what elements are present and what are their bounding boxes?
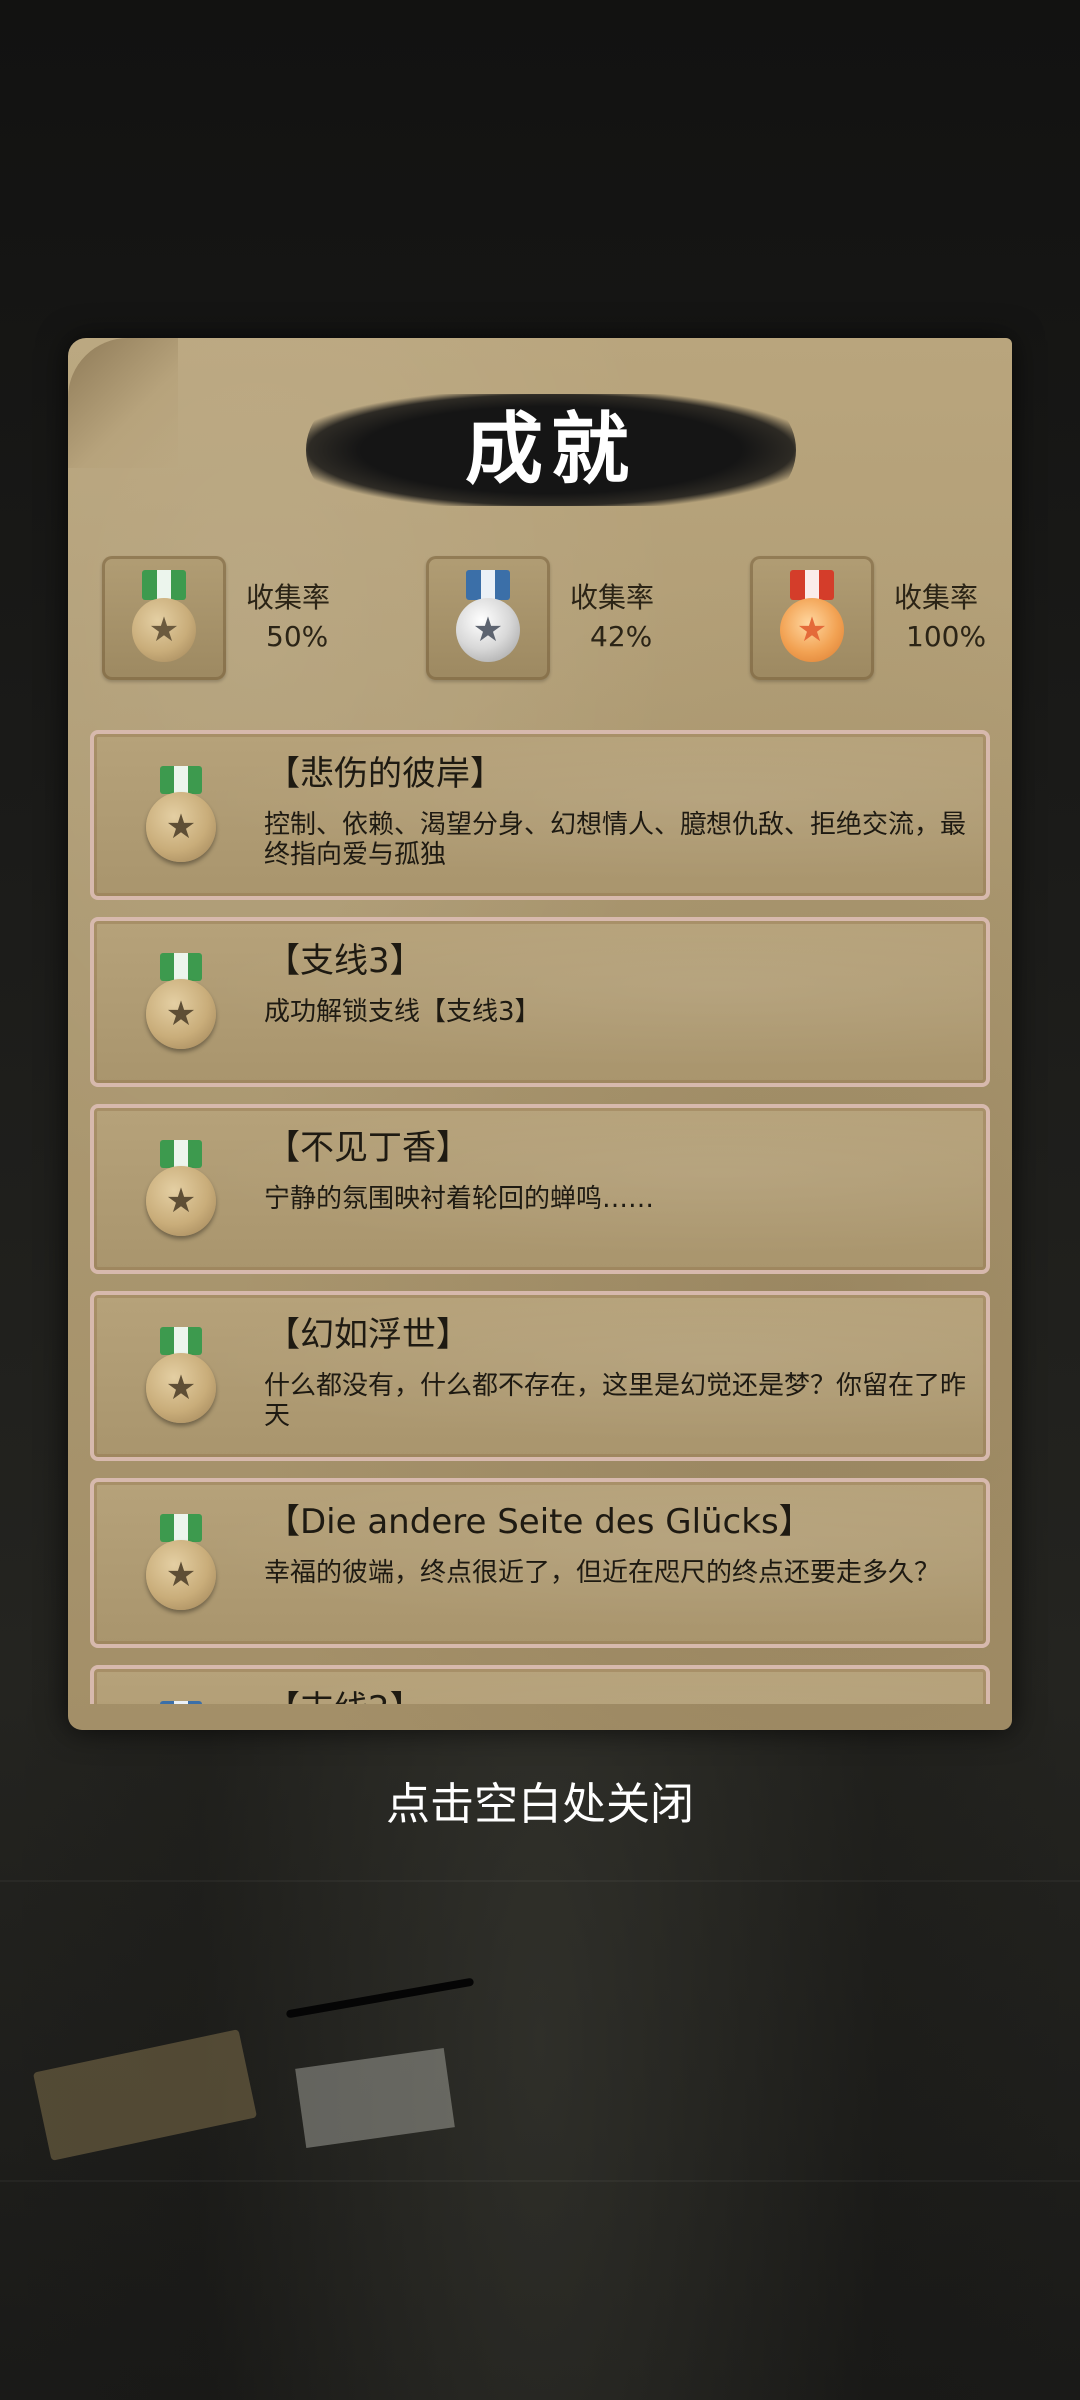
panel-title: 成就	[464, 404, 637, 495]
achievement-description: 控制、依赖、渴望分身、幻想情人、臆想仇敌、拒绝交流，最终指向爱与孤独	[264, 810, 967, 870]
achievement-description: 什么都没有，什么都不存在，这里是幻觉还是梦？你留在了昨天	[264, 1371, 967, 1431]
gold-medal-icon: ★	[780, 598, 844, 662]
star-icon: ★	[165, 807, 197, 847]
achievement-description: 幸福的彼端，终点很近了，但近在咫尺的终点还要走多久？	[264, 1558, 941, 1588]
bronze-medal-frame: ★	[102, 556, 226, 680]
achievement-title: 【幻如浮世】	[266, 1315, 470, 1355]
collection-rate-value: 50%	[266, 620, 329, 653]
paper-note-prop	[295, 2047, 455, 2149]
achievement-card[interactable]: ★ 【支线2】	[90, 1665, 990, 1704]
bronze-medal-icon: ★	[146, 1353, 216, 1423]
ribbon-icon	[142, 570, 186, 600]
bronze-medal-icon: ★	[146, 1540, 216, 1610]
notepad-prop	[32, 2029, 258, 2161]
achievement-title: 【不见丁香】	[266, 1128, 470, 1168]
collection-rate-label: 收集率	[570, 581, 655, 614]
tap-to-close-hint[interactable]: 点击空白处关闭	[0, 1768, 1080, 1832]
achievements-screen[interactable]: 成就 ★ 收集率 50% ★ 收集率 42% ★ 收集率 100% ★ 【悲伤的…	[0, 0, 1080, 2400]
ribbon-icon	[466, 570, 510, 600]
collection-rate-label: 收集率	[246, 581, 331, 614]
star-icon: ★	[148, 610, 180, 650]
achievement-card[interactable]: ★ 【幻如浮世】 什么都没有，什么都不存在，这里是幻觉还是梦？你留在了昨天	[90, 1291, 990, 1461]
floor-board-line	[0, 2180, 1080, 2182]
ribbon-icon	[160, 1701, 202, 1704]
star-icon: ★	[796, 610, 828, 650]
star-icon: ★	[472, 610, 504, 650]
achievement-description: 成功解锁支线【支线3】	[264, 997, 541, 1027]
achievement-description: 宁静的氛围映衬着轮回的蝉鸣……	[264, 1184, 655, 1214]
floor-board-line	[0, 1880, 1080, 1882]
silver-medal-frame: ★	[426, 556, 550, 680]
collection-rate-label: 收集率	[894, 581, 979, 614]
star-icon: ★	[165, 994, 197, 1034]
star-icon: ★	[165, 1181, 197, 1221]
achievement-title: 【支线2】	[266, 1681, 424, 1704]
star-icon: ★	[165, 1368, 197, 1408]
gold-medal-frame: ★	[750, 556, 874, 680]
summary-silver: ★ 收集率 42%	[426, 556, 686, 682]
pen-prop	[285, 1977, 475, 2019]
bronze-medal-icon: ★	[146, 1166, 216, 1236]
achievement-card[interactable]: ★ 【不见丁香】 宁静的氛围映衬着轮回的蝉鸣……	[90, 1104, 990, 1274]
achievement-card[interactable]: ★ 【支线3】 成功解锁支线【支线3】	[90, 917, 990, 1087]
parchment-curl	[68, 338, 178, 468]
summary-gold: ★ 收集率 100%	[750, 556, 1010, 682]
achievement-list[interactable]: ★ 【悲伤的彼岸】 控制、依赖、渴望分身、幻想情人、臆想仇敌、拒绝交流，最终指向…	[90, 730, 992, 1704]
achievement-title: 【支线3】	[266, 941, 424, 981]
ribbon-icon	[160, 766, 202, 794]
achievement-card[interactable]: ★ 【悲伤的彼岸】 控制、依赖、渴望分身、幻想情人、臆想仇敌、拒绝交流，最终指向…	[90, 730, 990, 900]
ribbon-icon	[790, 570, 834, 600]
ribbon-icon	[160, 1140, 202, 1168]
collection-rate-value: 42%	[590, 620, 653, 653]
ribbon-icon	[160, 953, 202, 981]
achievement-title: 【悲伤的彼岸】	[266, 754, 504, 794]
star-icon: ★	[165, 1555, 197, 1595]
ribbon-icon	[160, 1327, 202, 1355]
bronze-medal-icon: ★	[146, 792, 216, 862]
bronze-medal-icon: ★	[132, 598, 196, 662]
silver-medal-icon: ★	[456, 598, 520, 662]
bronze-medal-icon: ★	[146, 979, 216, 1049]
collection-rate-value: 100%	[906, 620, 987, 653]
achievement-card[interactable]: ★ 【Die andere Seite des Glücks】 幸福的彼端，终点…	[90, 1478, 990, 1648]
achievement-title: 【Die andere Seite des Glücks】	[266, 1502, 813, 1542]
summary-bronze: ★ 收集率 50%	[102, 556, 362, 682]
ribbon-icon	[160, 1514, 202, 1542]
